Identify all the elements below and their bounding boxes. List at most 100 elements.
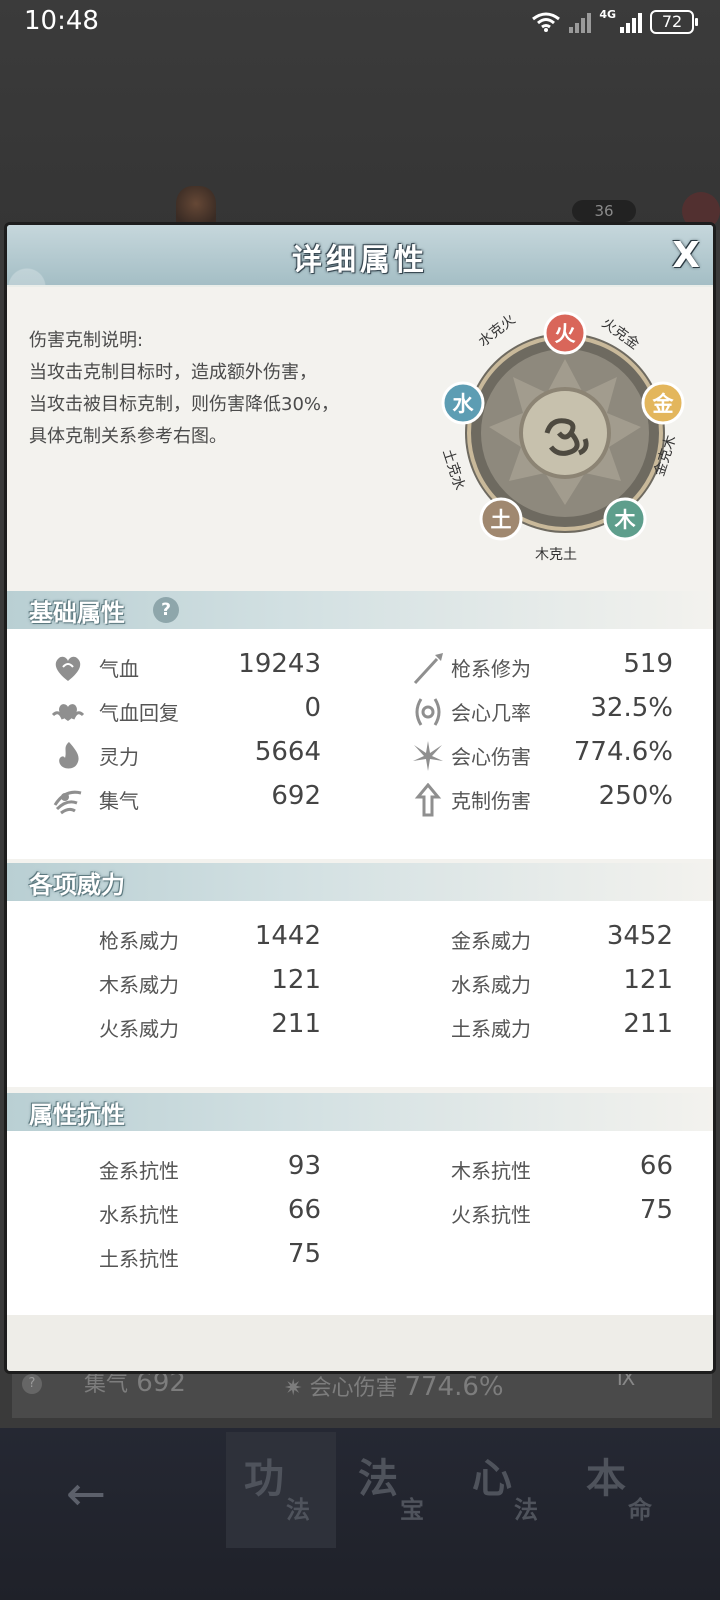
attr-label: 枪系修为 bbox=[451, 657, 531, 681]
attr-label: 气血 bbox=[99, 657, 139, 681]
attr-value: 692 bbox=[271, 781, 321, 811]
attr-label: 气血回复 bbox=[99, 701, 179, 725]
relation-wood-earth: 木克土 bbox=[535, 547, 577, 563]
nav-tab-small: 宝 bbox=[400, 1496, 424, 1524]
panel-title: 详细属性 bbox=[292, 243, 428, 278]
resist-label: 土系抗性 bbox=[99, 1247, 179, 1271]
resist-label: 金系抗性 bbox=[99, 1159, 179, 1183]
attr-label: 集气 bbox=[99, 789, 139, 813]
element-metal: 金 bbox=[641, 381, 685, 425]
attr-label: 灵力 bbox=[99, 745, 139, 769]
resist-label: 水系抗性 bbox=[99, 1203, 179, 1227]
help-icon[interactable]: ? bbox=[153, 597, 179, 623]
network-type: 4G bbox=[599, 8, 616, 21]
relation-water-fire: 水克火 bbox=[476, 312, 519, 350]
resist-value: 66 bbox=[639, 1151, 673, 1181]
element-earth-label: 土 bbox=[491, 508, 512, 532]
nav-tab-small: 命 bbox=[628, 1496, 652, 1524]
element-wood-label: 木 bbox=[614, 508, 637, 532]
spirit-flame-icon bbox=[59, 742, 79, 769]
resist-value: 75 bbox=[639, 1195, 673, 1225]
section-basic-header: 基础属性 ? bbox=[7, 591, 713, 629]
close-button[interactable]: X bbox=[667, 237, 705, 275]
nav-tab-fabao[interactable]: 法 宝 bbox=[340, 1432, 450, 1548]
back-arrow-icon[interactable]: ← bbox=[46, 1464, 126, 1524]
section-resist-title: 属性抗性 bbox=[29, 1101, 125, 1129]
power-label: 火系威力 bbox=[99, 1017, 179, 1041]
attr-label: 会心几率 bbox=[451, 701, 531, 725]
background-help-icon: ? bbox=[22, 1374, 42, 1394]
counter-arrow-icon bbox=[414, 783, 442, 817]
wheel-center bbox=[519, 387, 611, 479]
section-basic-body: 气血 19243 气血回复 0 灵力 5664 集气 692 枪系修为 519 … bbox=[7, 629, 713, 859]
element-metal-label: 金 bbox=[652, 392, 675, 416]
wifi-icon bbox=[532, 12, 561, 32]
section-resist-body: 金系抗性 93 水系抗性 66 土系抗性 75 木系抗性 66 火系抗性 75 bbox=[7, 1131, 713, 1315]
element-wood: 木 bbox=[603, 497, 647, 541]
relation-earth-water: 土克水 bbox=[439, 447, 467, 492]
intro-line: 当攻击被目标克制，则伤害降低30%， bbox=[29, 394, 340, 415]
bottom-nav: ← 功 法 法 宝 心 法 本 命 bbox=[0, 1428, 720, 1600]
panel-footer bbox=[7, 1315, 713, 1371]
background-burst-icon: ✷ bbox=[284, 1376, 303, 1401]
element-fire-label: 火 bbox=[555, 322, 576, 346]
heart-icon bbox=[55, 656, 81, 681]
nav-tab-benming[interactable]: 本 命 bbox=[568, 1432, 678, 1548]
section-basic-title: 基础属性 bbox=[29, 599, 125, 627]
crit-damage-icon bbox=[413, 741, 443, 771]
element-water-label: 水 bbox=[453, 392, 475, 416]
section-power-title: 各项威力 bbox=[29, 871, 125, 899]
nav-tab-big: 法 bbox=[358, 1456, 398, 1502]
element-earth: 土 bbox=[479, 497, 523, 541]
battery-icon: 72 bbox=[650, 10, 698, 34]
attr-value: 0 bbox=[304, 693, 321, 723]
resist-value: 66 bbox=[287, 1195, 321, 1225]
power-label: 枪系威力 bbox=[99, 929, 179, 953]
attr-label: 克制伤害 bbox=[451, 789, 531, 813]
intro-line: 具体克制关系参考右图。 bbox=[29, 426, 227, 447]
power-label: 土系威力 bbox=[451, 1017, 531, 1041]
attr-value: 19243 bbox=[238, 649, 321, 679]
attr-label: 会心伤害 bbox=[451, 745, 531, 769]
status-time: 10:48 bbox=[24, 6, 99, 36]
element-fire: 火 bbox=[543, 311, 587, 355]
status-icons: 4G 72 bbox=[531, 8, 698, 36]
power-value: 121 bbox=[271, 965, 321, 995]
heart-regen-icon bbox=[51, 704, 85, 721]
spear-icon bbox=[413, 653, 443, 685]
signal-no-service-icon bbox=[569, 11, 592, 33]
signal-icon bbox=[620, 11, 642, 33]
nav-tab-xinfa[interactable]: 心 法 bbox=[454, 1432, 564, 1548]
nav-tab-big: 功 bbox=[244, 1456, 284, 1502]
attr-value: 5664 bbox=[254, 737, 321, 767]
intro-line: 当攻击克制目标时，造成额外伤害， bbox=[29, 362, 317, 383]
background-stat-right: ✷ 会心伤害 774.6% bbox=[284, 1372, 504, 1402]
status-bar: 10:48 4G 72 bbox=[0, 0, 720, 44]
crit-rate-icon bbox=[415, 698, 441, 726]
power-value: 211 bbox=[271, 1009, 321, 1039]
power-value: 3452 bbox=[606, 921, 673, 951]
power-value: 211 bbox=[623, 1009, 673, 1039]
five-elements-wheel: 水克火 火克金 金克木 木克土 土克水 火 金 木 土 水 bbox=[439, 311, 685, 563]
attr-value: 250% bbox=[598, 781, 673, 811]
attr-value: 519 bbox=[623, 649, 673, 679]
power-label: 木系威力 bbox=[99, 973, 179, 997]
attr-value: 32.5% bbox=[590, 693, 673, 723]
section-resist-header: 属性抗性 bbox=[7, 1093, 713, 1131]
power-label: 水系威力 bbox=[451, 973, 531, 997]
attr-value: 774.6% bbox=[573, 737, 673, 767]
resist-label: 木系抗性 bbox=[451, 1159, 531, 1183]
section-power-body: 枪系威力 1442 木系威力 121 火系威力 211 金系威力 3452 水系… bbox=[7, 901, 713, 1087]
background-level-badge: 36 bbox=[572, 200, 636, 222]
intro-line: 伤害克制说明: bbox=[29, 330, 144, 351]
nav-tab-small: 法 bbox=[514, 1496, 538, 1524]
resist-label: 火系抗性 bbox=[451, 1203, 531, 1227]
swirl-icon bbox=[53, 790, 82, 815]
resist-value: 93 bbox=[287, 1151, 321, 1181]
nav-tab-gongfa[interactable]: 功 法 bbox=[226, 1432, 336, 1548]
power-label: 金系威力 bbox=[451, 929, 531, 953]
power-value: 121 bbox=[623, 965, 673, 995]
element-water: 水 bbox=[441, 381, 485, 425]
panel-header: 详细属性 X bbox=[7, 225, 713, 287]
nav-tab-big: 心 bbox=[472, 1456, 512, 1502]
